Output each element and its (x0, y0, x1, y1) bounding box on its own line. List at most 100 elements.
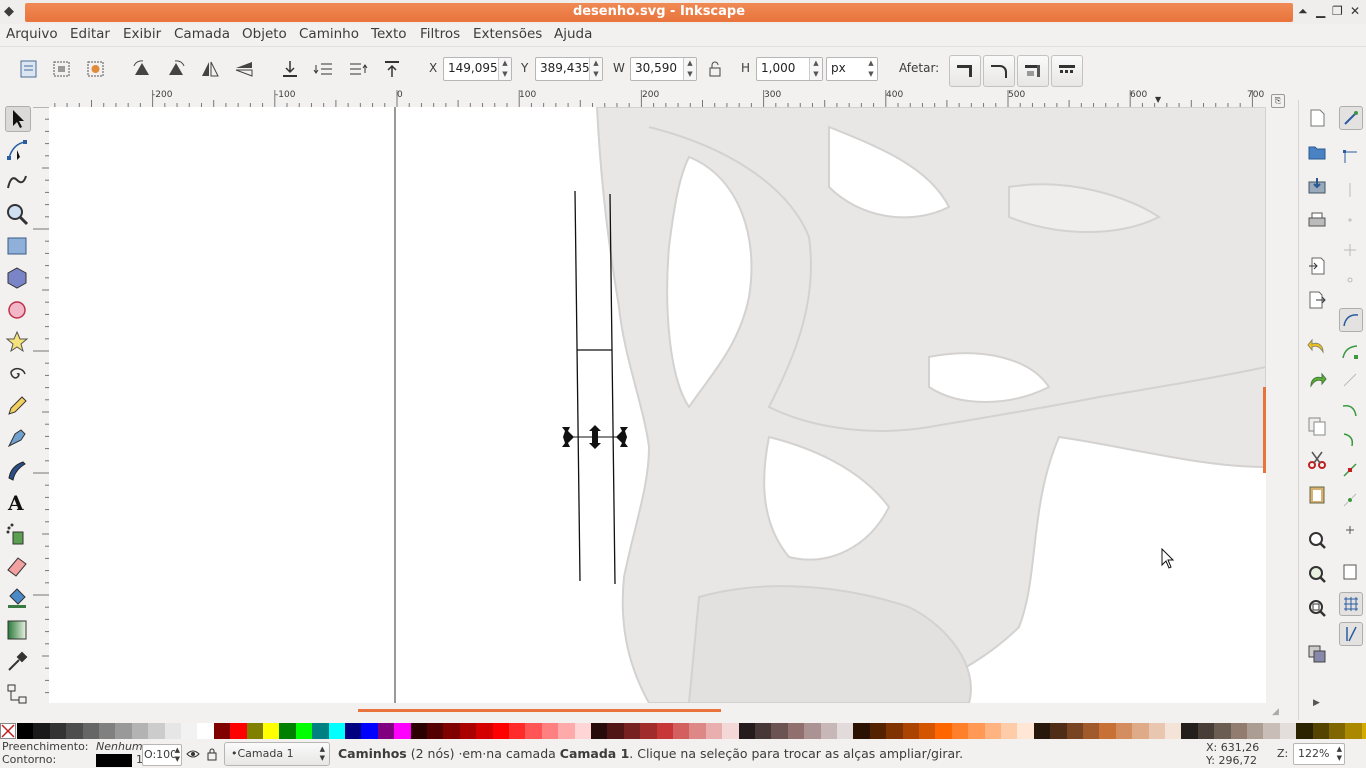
color-swatch[interactable] (738, 723, 756, 739)
lock-ratio-icon[interactable] (707, 60, 723, 78)
3d-box-tool[interactable] (5, 266, 29, 290)
menu-camada[interactable]: Camada (174, 26, 230, 42)
color-swatch[interactable] (312, 723, 330, 739)
spray-tool[interactable] (5, 522, 29, 546)
cut-icon[interactable] (1307, 450, 1327, 470)
color-swatch[interactable] (33, 723, 51, 739)
close-icon[interactable]: ✕ (1350, 4, 1360, 18)
export-icon[interactable] (1307, 290, 1327, 310)
move-patterns-toggle[interactable] (1051, 55, 1083, 87)
ellipse-tool[interactable] (5, 298, 29, 322)
color-swatch[interactable] (443, 723, 461, 739)
color-swatch[interactable] (755, 723, 772, 739)
color-swatch[interactable] (1263, 723, 1281, 739)
color-swatch[interactable] (902, 723, 920, 739)
color-swatch[interactable] (919, 723, 936, 739)
select-all-icon[interactable] (18, 59, 40, 79)
more-commands-icon[interactable]: ▶ (1313, 698, 1320, 708)
zoom-field[interactable]: 122% ▲ ▼ (1293, 743, 1345, 765)
rotate-ccw-icon[interactable] (131, 59, 153, 79)
color-swatch[interactable] (246, 723, 264, 739)
color-swatch[interactable] (492, 723, 510, 739)
copy-icon[interactable] (1307, 416, 1327, 436)
color-swatch[interactable] (591, 723, 608, 739)
snap-page-border-icon[interactable] (1340, 562, 1360, 582)
dropper-tool[interactable] (5, 650, 29, 674)
color-swatch[interactable] (1148, 723, 1166, 739)
y-field[interactable]: 389,435 ▲ ▼ (535, 57, 603, 81)
color-swatch[interactable] (1296, 723, 1314, 739)
color-swatch[interactable] (1050, 723, 1068, 739)
no-paint-icon[interactable] (0, 723, 16, 739)
color-swatch[interactable] (345, 723, 362, 739)
color-swatch[interactable] (984, 723, 1002, 739)
color-swatch[interactable] (935, 723, 953, 739)
color-swatch[interactable] (115, 723, 133, 739)
lock-layer-icon[interactable] (206, 747, 218, 761)
color-swatch[interactable] (525, 723, 543, 739)
snap-bbox-icon[interactable] (1340, 146, 1360, 166)
lock-guides-icon[interactable]: ⎘ (1271, 94, 1285, 108)
color-swatch[interactable] (148, 723, 166, 739)
color-swatch[interactable] (181, 723, 198, 739)
color-swatch[interactable] (558, 723, 576, 739)
selection-handles[interactable] (562, 425, 628, 449)
x-field[interactable]: 149,095 ▲ ▼ (443, 57, 512, 81)
color-swatch[interactable] (1001, 723, 1018, 739)
w-stepper[interactable]: ▲ ▼ (683, 58, 696, 80)
fill-value[interactable]: Nenhum (96, 740, 143, 753)
path-left-line[interactable] (574, 190, 581, 582)
open-folder-icon[interactable] (1307, 142, 1327, 162)
color-swatch[interactable] (1247, 723, 1264, 739)
color-swatch[interactable] (1230, 723, 1248, 739)
print-icon[interactable] (1307, 210, 1327, 230)
snap-rotation-center-icon[interactable] (1340, 520, 1360, 540)
new-document-icon[interactable] (1307, 108, 1327, 128)
connector-tool[interactable] (5, 682, 29, 706)
menu-texto[interactable]: Texto (371, 26, 407, 42)
selector-tool[interactable] (5, 106, 31, 132)
color-swatch[interactable] (509, 723, 526, 739)
color-swatch[interactable] (1312, 723, 1330, 739)
color-swatch[interactable] (476, 723, 494, 739)
raise-to-top-icon[interactable] (381, 59, 403, 79)
color-swatch[interactable] (640, 723, 658, 739)
save-icon[interactable] (1307, 176, 1327, 196)
horizontal-ruler[interactable]: -200 -100 0 100 200 300 400 500 600 700 … (49, 90, 1266, 108)
color-swatch[interactable] (607, 723, 625, 739)
x-stepper[interactable]: ▲ ▼ (498, 58, 511, 80)
paint-bucket-tool[interactable] (5, 586, 29, 610)
gradient-tool[interactable] (5, 618, 29, 642)
menu-objeto[interactable]: Objeto (242, 26, 287, 42)
color-swatch[interactable] (886, 723, 904, 739)
color-swatch[interactable] (131, 723, 149, 739)
color-swatch[interactable] (689, 723, 707, 739)
snap-nodes-icon[interactable] (1339, 308, 1363, 332)
color-swatch[interactable] (164, 723, 182, 739)
color-palette[interactable] (0, 723, 1366, 739)
color-swatch[interactable] (197, 723, 215, 739)
color-swatch[interactable] (869, 723, 887, 739)
menu-arquivo[interactable]: Arquivo (6, 26, 58, 42)
color-swatch[interactable] (705, 723, 723, 739)
shade-window-icon[interactable]: ⏶ (1298, 4, 1308, 19)
color-swatch[interactable] (722, 723, 740, 739)
w-field[interactable]: 30,590 ▲ ▼ (630, 57, 697, 81)
snap-object-midpoints-icon[interactable] (1340, 490, 1360, 510)
drawing-canvas[interactable] (49, 107, 1266, 703)
menu-filtros[interactable]: Filtros (420, 26, 460, 42)
zoom-drawing-icon[interactable] (1307, 564, 1327, 584)
minimize-icon[interactable]: ▁ (1316, 4, 1325, 18)
color-swatch[interactable] (328, 723, 346, 739)
color-swatch[interactable] (295, 723, 313, 739)
snap-intersections-icon[interactable] (1340, 370, 1360, 390)
unit-select[interactable]: px ▲ ▼ (826, 57, 878, 81)
zoom-selection-icon[interactable] (1307, 530, 1327, 550)
color-swatch[interactable] (771, 723, 789, 739)
pen-tool[interactable] (5, 426, 29, 450)
color-swatch[interactable] (263, 723, 280, 739)
snap-line-midpoints-icon[interactable] (1340, 460, 1360, 480)
color-swatch[interactable] (213, 723, 231, 739)
snap-bbox-corners-icon[interactable] (1340, 210, 1360, 230)
y-stepper[interactable]: ▲ ▼ (589, 58, 602, 80)
